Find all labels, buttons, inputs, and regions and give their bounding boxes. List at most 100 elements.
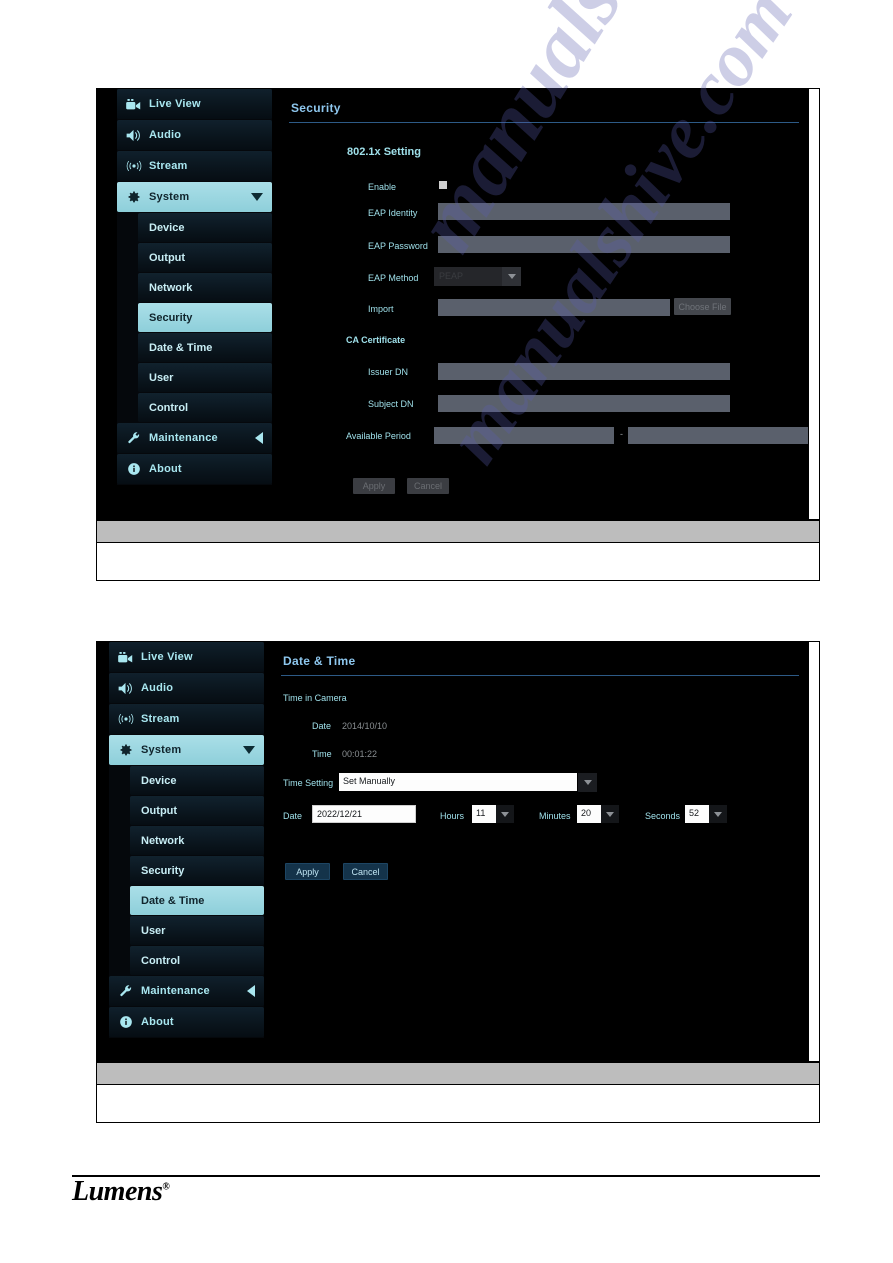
sidebar-item-label: System <box>141 744 182 756</box>
issuer-dn-input[interactable] <box>438 363 730 380</box>
cancel-button[interactable]: Cancel <box>343 863 388 880</box>
sidebar-subitem-date-time[interactable]: Date & Time <box>138 333 272 362</box>
subject-dn-input[interactable] <box>438 395 730 412</box>
sidebar-subitem-label: Network <box>149 281 193 294</box>
sidebar-subitem-label: Output <box>149 251 186 264</box>
sidebar-subitem-security[interactable]: Security <box>130 856 264 885</box>
broadcast-icon <box>125 158 142 174</box>
sidebar-subitem-device[interactable]: Device <box>130 766 264 795</box>
sidebar-subitem-date-time[interactable]: Date & Time <box>130 886 264 915</box>
wrench-icon <box>117 983 134 999</box>
available-period-from-input[interactable] <box>434 427 614 444</box>
sidebar-subitem-output[interactable]: Output <box>130 796 264 825</box>
sidebar-subitem-control[interactable]: Control <box>138 393 272 422</box>
sidebar-subitem-network[interactable]: Network <box>130 826 264 855</box>
apply-button[interactable]: Apply <box>285 863 330 880</box>
sidebar-date-time: Live View Audio Stream System Device Out… <box>109 642 264 1038</box>
camera-time-label: Time <box>312 749 332 759</box>
choose-file-button[interactable]: Choose File <box>674 298 731 315</box>
available-period-separator: - <box>620 429 623 439</box>
time-setting-label: Time Setting <box>283 778 334 788</box>
sidebar-subitem-network[interactable]: Network <box>138 273 272 302</box>
sidebar-subitem-security[interactable]: Security <box>138 303 272 332</box>
sidebar-subitem-label: Device <box>149 221 185 234</box>
logo-text: Lumens <box>72 1176 163 1207</box>
sidebar-subitem-output[interactable]: Output <box>138 243 272 272</box>
sidebar-subitem-label: Security <box>141 864 185 877</box>
eap-identity-label: EAP Identity <box>368 208 418 218</box>
sidebar-item-label: Stream <box>141 713 180 725</box>
eap-password-label: EAP Password <box>368 241 428 251</box>
sidebar-subitem-device[interactable]: Device <box>138 213 272 242</box>
available-period-to-input[interactable] <box>628 427 808 444</box>
caption-table-date-time <box>96 1062 820 1123</box>
sidebar-subitem-label: User <box>141 924 166 937</box>
eap-password-input[interactable] <box>438 236 730 253</box>
sidebar-item-label: Live View <box>141 651 193 663</box>
sidebar-item-maintenance[interactable]: Maintenance <box>109 976 264 1006</box>
section-802-1x-heading: 802.1x Setting <box>347 146 421 158</box>
camera-time-value: 00:01:22 <box>342 749 378 759</box>
sidebar-item-about[interactable]: About <box>117 454 272 484</box>
sidebar-subitem-control[interactable]: Control <box>130 946 264 975</box>
time-in-camera-label: Time in Camera <box>283 693 347 703</box>
sidebar-item-audio[interactable]: Audio <box>117 120 272 150</box>
sidebar-item-stream[interactable]: Stream <box>117 151 272 181</box>
sidebar-item-audio[interactable]: Audio <box>109 673 264 703</box>
chevron-left-icon <box>247 985 255 997</box>
sidebar-item-label: About <box>141 1016 174 1028</box>
chevron-down-icon <box>243 746 255 754</box>
wrench-icon <box>125 430 142 446</box>
sidebar-item-maintenance[interactable]: Maintenance <box>117 423 272 453</box>
enable-label: Enable <box>368 182 397 192</box>
time-setting-dropdown-arrow[interactable] <box>578 773 597 792</box>
date-input[interactable]: 2022/12/21 <box>312 805 416 823</box>
sidebar-item-system[interactable]: System <box>117 182 272 212</box>
sidebar-subitem-user[interactable]: User <box>138 363 272 392</box>
issuer-dn-label: Issuer DN <box>368 367 409 377</box>
video-camera-icon <box>125 96 142 112</box>
speaker-icon <box>125 127 142 143</box>
eap-identity-input[interactable] <box>438 203 730 220</box>
sidebar-item-live-view[interactable]: Live View <box>109 642 264 672</box>
hours-dropdown-arrow[interactable] <box>496 805 514 823</box>
title-divider <box>281 675 799 676</box>
lumens-logo: Lumens® <box>72 1176 170 1208</box>
section-ca-certificate-heading: CA Certificate <box>346 335 406 345</box>
sidebar-subitem-label: Network <box>141 834 185 847</box>
import-input[interactable] <box>438 299 670 316</box>
cancel-button[interactable]: Cancel <box>407 478 449 494</box>
gear-icon <box>117 742 134 758</box>
registered-mark: ® <box>162 1181 170 1193</box>
sidebar-item-live-view[interactable]: Live View <box>117 89 272 119</box>
seconds-dropdown-arrow[interactable] <box>709 805 727 823</box>
page-title: Date & Time <box>283 654 356 668</box>
eap-method-label: EAP Method <box>368 273 419 283</box>
sidebar-subitem-user[interactable]: User <box>130 916 264 945</box>
apply-button[interactable]: Apply <box>353 478 395 494</box>
enable-checkbox[interactable] <box>439 181 447 189</box>
title-divider <box>289 122 799 123</box>
minutes-dropdown-arrow[interactable] <box>601 805 619 823</box>
footer-divider <box>72 1175 820 1177</box>
sidebar-security: Live View Audio Stream System Device Out… <box>117 89 272 485</box>
caption-header-cell <box>96 1062 820 1085</box>
gear-icon <box>125 189 142 205</box>
screenshot-frame-date-time: Live View Audio Stream System Device Out… <box>96 641 820 1062</box>
eap-method-dropdown-arrow[interactable] <box>502 267 521 286</box>
hours-label: Hours <box>440 811 465 821</box>
time-setting-select[interactable]: Set Manually <box>339 773 577 791</box>
video-camera-icon <box>117 649 134 665</box>
caption-body-cell <box>96 542 820 581</box>
sidebar-subitem-label: Output <box>141 804 178 817</box>
minutes-label: Minutes <box>539 811 571 821</box>
manual-page: Live View Audio Stream System Device Out… <box>0 0 893 1263</box>
content-pane-security: Security 802.1x Setting Enable EAP Ident… <box>279 89 809 519</box>
sidebar-item-about[interactable]: About <box>109 1007 264 1037</box>
eap-method-select[interactable]: PEAP <box>434 267 502 286</box>
content-pane-date-time: Date & Time Time in Camera Date 2014/10/… <box>271 642 809 1061</box>
caption-header-cell <box>96 520 820 543</box>
sidebar-item-system[interactable]: System <box>109 735 264 765</box>
sidebar-item-stream[interactable]: Stream <box>109 704 264 734</box>
sidebar-item-label: System <box>149 191 190 203</box>
